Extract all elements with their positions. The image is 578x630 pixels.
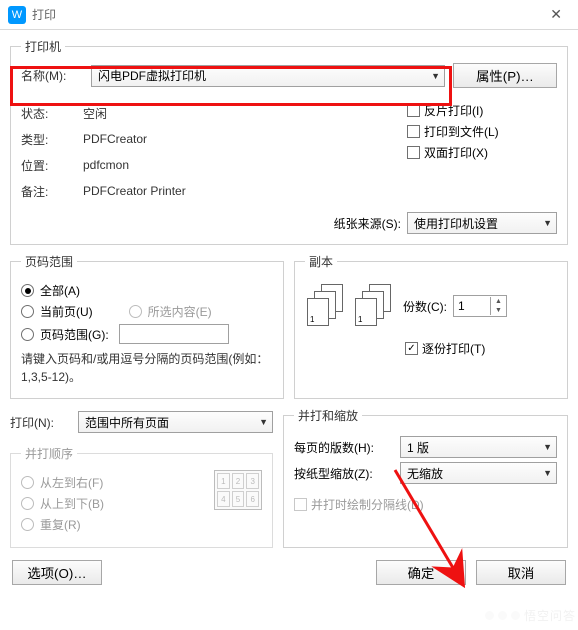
merge-scale-group: 并打和缩放 每页的版数(H): 1 版 ▼ 按纸型缩放(Z): 无缩放 ▼ 并打… (283, 407, 568, 548)
print-what-value: 范围中所有页面 (85, 414, 169, 431)
merge-scale-group-label: 并打和缩放 (294, 407, 362, 424)
scale-to-paper-value: 无缩放 (407, 465, 443, 482)
print-to-file-check[interactable]: 打印到文件(L) (407, 123, 557, 140)
printer-name-label: 名称(M): (21, 67, 83, 84)
printer-name-value: 闪电PDF虚拟打印机 (98, 67, 206, 84)
chevron-down-icon: ▼ (431, 71, 440, 81)
print-what-dropdown[interactable]: 范围中所有页面 ▼ (78, 411, 273, 433)
chevron-down-icon: ▼ (543, 468, 552, 478)
options-button[interactable]: 选项(O)… (12, 560, 102, 585)
paper-source-dropdown[interactable]: 使用打印机设置 ▼ (407, 212, 557, 234)
comment-label: 备注: (21, 183, 83, 200)
copies-group-label: 副本 (305, 253, 337, 270)
type-value: PDFCreator (83, 132, 147, 146)
paper-source-value: 使用打印机设置 (414, 215, 498, 232)
duplex-print-check[interactable]: 双面打印(X) (407, 144, 557, 161)
watermark: 悟空问答 (485, 607, 576, 624)
paper-source-label: 纸张来源(S): (334, 215, 401, 232)
page-range-range-radio[interactable] (21, 328, 34, 341)
collate-check[interactable]: 逐份打印(T) (405, 340, 557, 357)
collate-illustration: 3 2 1 3 2 1 份数(C): 1 ▲▼ (307, 284, 555, 328)
pages-per-sheet-label: 每页的版数(H): (294, 439, 394, 456)
window-title: 打印 (32, 6, 56, 23)
merge-order-group: 并打顺序 从左到右(F) 从上到下(B) 重复(R) 123456 (10, 445, 273, 548)
ok-button[interactable]: 确定 (376, 560, 466, 585)
titlebar: W 打印 ✕ (0, 0, 578, 30)
copies-count-label: 份数(C): (403, 298, 447, 315)
printer-name-dropdown[interactable]: 闪电PDF虚拟打印机 ▼ (91, 65, 445, 87)
draw-lines-check: 并打时绘制分隔线(D) (294, 496, 557, 513)
page-range-current-radio[interactable] (21, 305, 34, 318)
pages-per-sheet-dropdown[interactable]: 1 版 ▼ (400, 436, 557, 458)
page-range-selection-radio (129, 305, 142, 318)
merge-order-group-label: 并打顺序 (21, 445, 77, 462)
copies-count-spinner[interactable]: 1 ▲▼ (453, 295, 507, 317)
app-icon: W (8, 6, 26, 24)
where-value: pdfcmon (83, 158, 129, 172)
where-label: 位置: (21, 157, 83, 174)
pages-per-sheet-value: 1 版 (407, 439, 429, 456)
printer-group: 打印机 名称(M): 闪电PDF虚拟打印机 ▼ 属性(P)… 状态:空闲 类型:… (10, 38, 568, 245)
page-range-all-radio[interactable]: 全部(A) (21, 282, 273, 299)
page-range-group: 页码范围 全部(A) 当前页(U) 所选内容(E) 页码范围(G): 请键入页码… (10, 253, 284, 399)
chevron-down-icon: ▼ (259, 417, 268, 427)
print-what-label: 打印(N): (10, 414, 70, 431)
printer-group-label: 打印机 (21, 38, 65, 55)
merge-order-repeat-radio (21, 518, 34, 531)
type-label: 类型: (21, 131, 83, 148)
status-value: 空闲 (83, 105, 107, 122)
chevron-down-icon: ▼ (543, 442, 552, 452)
copies-group: 副本 3 2 1 3 2 1 份数(C): 1 ▲▼ (294, 253, 568, 399)
scale-to-paper-dropdown[interactable]: 无缩放 ▼ (400, 462, 557, 484)
cancel-button[interactable]: 取消 (476, 560, 566, 585)
scale-to-paper-label: 按纸型缩放(Z): (294, 465, 394, 482)
copies-count-value: 1 (454, 299, 490, 313)
merge-order-tb-radio (21, 497, 34, 510)
comment-value: PDFCreator Printer (83, 184, 186, 198)
chevron-down-icon[interactable]: ▼ (491, 306, 506, 315)
properties-button[interactable]: 属性(P)… (453, 63, 557, 88)
status-label: 状态: (21, 105, 83, 122)
page-range-hint: 请键入页码和/或用逗号分隔的页码范围(例如：1,3,5-12)。 (21, 350, 273, 386)
chevron-down-icon: ▼ (543, 218, 552, 228)
chevron-up-icon[interactable]: ▲ (491, 297, 506, 306)
reverse-print-check[interactable]: 反片打印(I) (407, 102, 557, 119)
page-range-input[interactable] (119, 324, 229, 344)
close-button[interactable]: ✕ (542, 2, 570, 27)
merge-order-preview-icon: 123456 (214, 470, 262, 510)
page-range-group-label: 页码范围 (21, 253, 77, 270)
merge-order-lr-radio (21, 476, 34, 489)
